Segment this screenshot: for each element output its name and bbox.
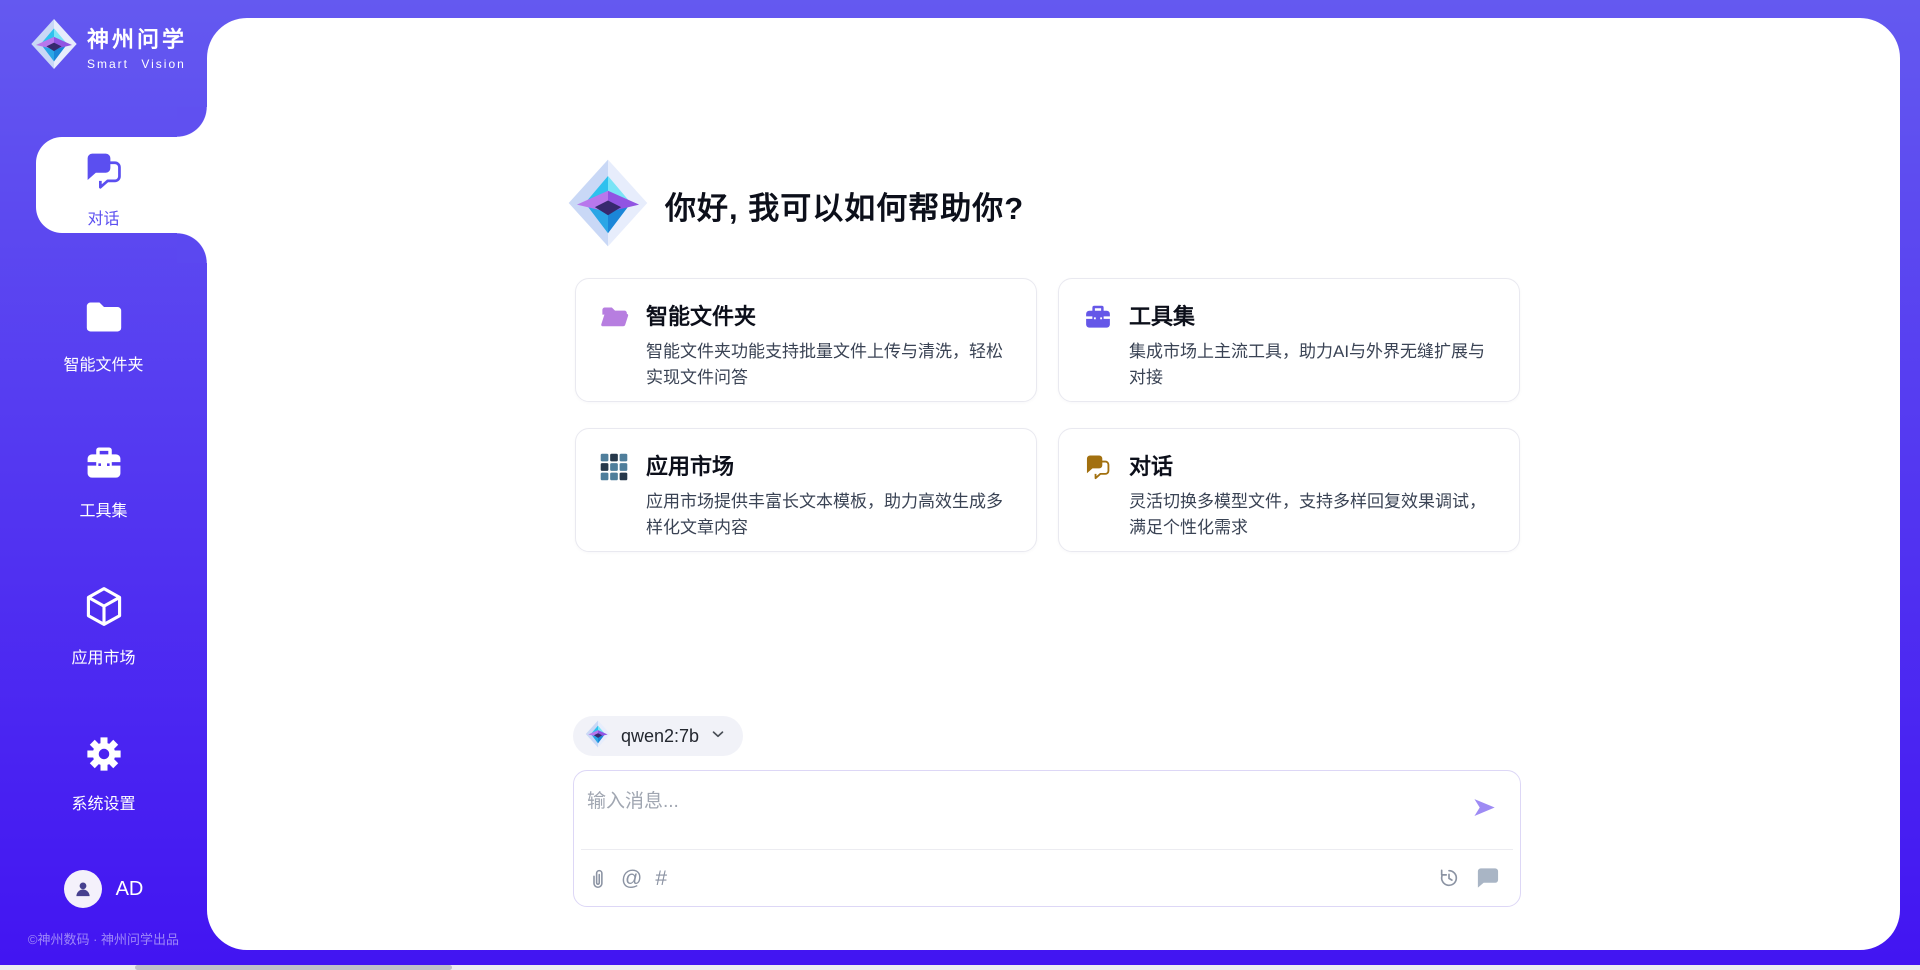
- sidebar-item-label: 对话: [87, 205, 119, 229]
- attachment-icon[interactable]: [587, 867, 608, 890]
- feature-cards: 智能文件夹 智能文件夹功能支持批量文件上传与清洗，轻松实现文件问答 工具集 集成…: [575, 278, 1520, 552]
- send-icon[interactable]: [1468, 794, 1500, 826]
- card-title: 应用市场: [646, 449, 1012, 481]
- grid-icon: [600, 453, 628, 486]
- sidebar-item-label: 工具集: [79, 497, 127, 521]
- chevron-down-icon: [709, 725, 727, 748]
- card-description: 灵活切换多模型文件，支持多样回复效果调试，满足个性化需求: [1129, 489, 1495, 541]
- brand-subtitle: Smart Vision: [87, 57, 187, 71]
- card-app-market[interactable]: 应用市场 应用市场提供丰富长文本模板，助力高效生成多样化文章内容: [575, 428, 1037, 552]
- copyright-text: ©神州数码 · 神州问学出品: [0, 929, 207, 948]
- chat-icon: [1083, 453, 1113, 485]
- sidebar-item-label: 系统设置: [71, 790, 135, 814]
- folder-icon: [82, 298, 126, 341]
- card-toolset[interactable]: 工具集 集成市场上主流工具，助力AI与外界无缝扩展与对接: [1058, 278, 1520, 402]
- user-initials: AD: [116, 878, 144, 901]
- card-title: 智能文件夹: [646, 299, 1012, 331]
- greeting: 你好, 我可以如何帮助你?: [567, 158, 1024, 253]
- horizontal-scrollbar-thumb[interactable]: [135, 965, 452, 970]
- sidebar-item-toolset[interactable]: 工具集: [0, 444, 207, 521]
- folder-open-icon: [600, 303, 630, 336]
- horizontal-scrollbar[interactable]: [0, 965, 1920, 970]
- avatar: [64, 870, 102, 908]
- diamond-logo-icon: [567, 158, 649, 253]
- brand-name: 神州问学: [87, 22, 187, 54]
- brand-diamond-logo-icon: [30, 18, 78, 75]
- cube-icon: [82, 585, 126, 634]
- composer-toolbar: @ #: [574, 850, 1520, 906]
- card-description: 集成市场上主流工具，助力AI与外界无缝扩展与对接: [1129, 339, 1495, 391]
- user-account[interactable]: AD: [0, 870, 207, 908]
- card-chat[interactable]: 对话 灵活切换多模型文件，支持多样回复效果调试，满足个性化需求: [1058, 428, 1520, 552]
- greeting-text: 你好, 我可以如何帮助你?: [665, 183, 1024, 228]
- sidebar: 神州问学 Smart Vision 对话 智能文件夹 工具集: [0, 0, 207, 970]
- card-title: 工具集: [1129, 299, 1495, 331]
- message-input[interactable]: [574, 771, 1454, 847]
- toolbox-icon: [83, 444, 125, 487]
- model-name: qwen2:7b: [621, 726, 699, 747]
- sidebar-item-app-market[interactable]: 应用市场: [0, 585, 207, 668]
- chat-icon: [82, 150, 126, 195]
- main-content-panel: 你好, 我可以如何帮助你? 智能文件夹 智能文件夹功能支持批量文件上传与清洗，轻…: [207, 18, 1900, 950]
- sidebar-item-settings[interactable]: 系统设置: [0, 733, 207, 814]
- brand: 神州问学 Smart Vision: [30, 18, 187, 75]
- model-selector[interactable]: qwen2:7b: [573, 716, 743, 756]
- card-description: 应用市场提供丰富长文本模板，助力高效生成多样化文章内容: [646, 489, 1012, 541]
- mention-icon[interactable]: @: [621, 868, 642, 889]
- message-composer: @ #: [573, 770, 1521, 907]
- card-description: 智能文件夹功能支持批量文件上传与清洗，轻松实现文件问答: [646, 339, 1012, 391]
- gear-icon: [83, 733, 125, 780]
- sidebar-item-chat[interactable]: 对话: [0, 150, 207, 229]
- history-icon[interactable]: [1438, 867, 1460, 889]
- card-smart-folder[interactable]: 智能文件夹 智能文件夹功能支持批量文件上传与清洗，轻松实现文件问答: [575, 278, 1037, 402]
- diamond-logo-icon: [585, 720, 611, 753]
- sidebar-item-smart-folder[interactable]: 智能文件夹: [0, 298, 207, 375]
- sidebar-item-label: 应用市场: [71, 644, 135, 668]
- sidebar-item-label: 智能文件夹: [63, 351, 143, 375]
- card-title: 对话: [1129, 449, 1495, 481]
- topic-hash-icon[interactable]: #: [655, 868, 667, 889]
- toolbox-icon: [1083, 303, 1113, 336]
- feedback-bubble-icon[interactable]: [1475, 867, 1500, 889]
